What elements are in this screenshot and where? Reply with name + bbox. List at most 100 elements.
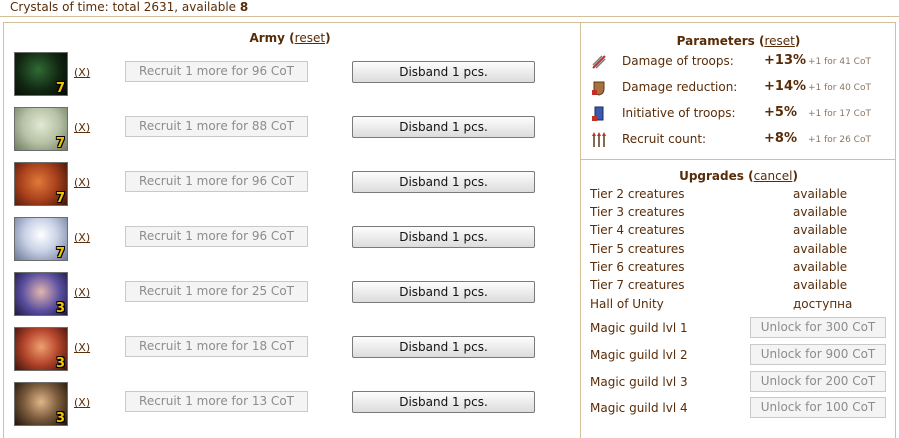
upgrade-status: available	[793, 223, 848, 237]
disband-button[interactable]: Disband 1 pcs.	[352, 226, 535, 248]
parameter-label: Damage reduction:	[622, 80, 738, 94]
damage-icon	[592, 55, 606, 69]
army-row: 3 (X) Recruit 1 more for 25 CoT Disband …	[0, 272, 580, 320]
remove-label[interactable]: X	[78, 176, 86, 189]
creature-portrait[interactable]: 3	[14, 327, 68, 371]
disband-button[interactable]: Disband 1 pcs.	[352, 61, 535, 83]
upgrade-status: available	[793, 278, 848, 292]
army-row: 3 (X) Recruit 1 more for 18 CoT Disband …	[0, 327, 580, 375]
army-header: Army (reset)	[249, 31, 331, 45]
crystals-available: 8	[239, 0, 249, 14]
creature-portrait[interactable]: 3	[14, 382, 68, 426]
army-row: 3 (X) Recruit 1 more for 13 CoT Disband …	[0, 382, 580, 430]
upgrades-cancel-link[interactable]: cancel	[754, 169, 793, 183]
recruit-button[interactable]: Recruit 1 more for 96 CoT	[125, 226, 308, 247]
creature-portrait[interactable]: 7	[14, 52, 68, 96]
upgrade-label: Tier 2 creatures	[590, 187, 685, 201]
remove-creature-link[interactable]: (X)	[74, 121, 90, 134]
disband-button[interactable]: Disband 1 pcs.	[352, 336, 535, 358]
upgrade-status: available	[793, 205, 848, 219]
unlock-button[interactable]: Unlock for 200 CoT	[750, 371, 886, 392]
upgrade-label: Tier 4 creatures	[590, 223, 685, 237]
creature-portrait[interactable]: 7	[14, 107, 68, 151]
upgrade-row: Hall of Unity доступна	[590, 297, 890, 315]
crystals-total-label: Crystals of time: total 2631, available	[10, 0, 240, 14]
recruit-button[interactable]: Recruit 1 more for 96 CoT	[125, 171, 308, 192]
magic-guild-row: Magic guild lvl 4 Unlock for 100 CoT	[590, 397, 890, 419]
parameter-label: Initiative of troops:	[622, 106, 736, 120]
upgrade-row: Tier 2 creatures available	[590, 187, 890, 205]
creature-tier-badge: 7	[55, 246, 65, 261]
magic-guild-label: Magic guild lvl 1	[590, 321, 688, 335]
divider	[581, 159, 896, 160]
remove-creature-link[interactable]: (X)	[74, 231, 90, 244]
upgrade-status: available	[793, 187, 848, 201]
upgrade-label: Hall of Unity	[590, 297, 664, 311]
recruit-button[interactable]: Recruit 1 more for 25 CoT	[125, 281, 308, 302]
disband-button[interactable]: Disband 1 pcs.	[352, 281, 535, 303]
parameter-upgrade-link[interactable]: +1 for 41 CoT	[808, 57, 871, 67]
army-title: Army	[249, 31, 285, 45]
creature-portrait[interactable]: 7	[14, 162, 68, 206]
creature-tier-badge: 7	[55, 136, 65, 151]
remove-label[interactable]: X	[78, 121, 86, 134]
creature-tier-badge: 7	[55, 191, 65, 206]
remove-creature-link[interactable]: (X)	[74, 176, 90, 189]
remove-creature-link[interactable]: (X)	[74, 286, 90, 299]
disband-button[interactable]: Disband 1 pcs.	[352, 171, 535, 193]
parameter-upgrade-link[interactable]: +1 for 40 CoT	[808, 83, 871, 93]
upgrade-row: Tier 7 creatures available	[590, 278, 890, 296]
army-reset-link[interactable]: reset	[295, 31, 325, 45]
upgrade-label: Tier 3 creatures	[590, 205, 685, 219]
parameter-row: Initiative of troops: +5% +1 for 17 CoT	[588, 104, 893, 124]
magic-guild-row: Magic guild lvl 1 Unlock for 300 CoT	[590, 317, 890, 339]
crystals-text: Crystals of time: total 2631, available …	[10, 0, 248, 14]
parameters-reset-link[interactable]: reset	[764, 34, 794, 48]
parameter-value: +8%	[764, 131, 797, 146]
disband-button[interactable]: Disband 1 pcs.	[352, 391, 535, 413]
recruit-button[interactable]: Recruit 1 more for 13 CoT	[125, 391, 308, 412]
remove-label[interactable]: X	[78, 231, 86, 244]
unlock-button[interactable]: Unlock for 900 CoT	[750, 344, 886, 365]
upgrade-status: available	[793, 260, 848, 274]
upgrade-label: Tier 6 creatures	[590, 260, 685, 274]
initiative-icon	[592, 106, 604, 121]
upgrade-label: Tier 5 creatures	[590, 242, 685, 256]
creature-portrait[interactable]: 3	[14, 272, 68, 316]
recruit-button[interactable]: Recruit 1 more for 18 CoT	[125, 336, 308, 357]
remove-creature-link[interactable]: (X)	[74, 66, 90, 79]
unlock-button[interactable]: Unlock for 300 CoT	[750, 317, 886, 338]
remove-creature-link[interactable]: (X)	[74, 341, 90, 354]
divider	[580, 22, 581, 438]
parameter-row: Recruit count: +8% +1 for 26 CoT	[588, 130, 893, 150]
parameter-value: +5%	[764, 105, 797, 120]
parameter-value: +13%	[764, 53, 807, 68]
parameters-header: Parameters (reset)	[676, 34, 801, 48]
magic-guild-row: Magic guild lvl 3 Unlock for 200 CoT	[590, 371, 890, 393]
remove-label[interactable]: X	[78, 396, 86, 409]
creature-portrait[interactable]: 7	[14, 217, 68, 261]
upgrade-status: доступна	[793, 297, 853, 311]
parameter-upgrade-link[interactable]: +1 for 26 CoT	[808, 135, 871, 145]
remove-label[interactable]: X	[78, 286, 86, 299]
remove-label[interactable]: X	[78, 341, 86, 354]
upgrade-label: Tier 7 creatures	[590, 278, 685, 292]
upgrade-row: Tier 5 creatures available	[590, 242, 890, 260]
remove-label[interactable]: X	[78, 66, 86, 79]
upgrade-row: Tier 3 creatures available	[590, 205, 890, 223]
disband-button[interactable]: Disband 1 pcs.	[352, 116, 535, 138]
recruit-button[interactable]: Recruit 1 more for 88 CoT	[125, 116, 308, 137]
creature-tier-badge: 3	[55, 411, 65, 426]
remove-creature-link[interactable]: (X)	[74, 396, 90, 409]
recruit-button[interactable]: Recruit 1 more for 96 CoT	[125, 61, 308, 82]
magic-guild-label: Magic guild lvl 3	[590, 375, 688, 389]
magic-guild-label: Magic guild lvl 4	[590, 401, 688, 415]
army-row: 7 (X) Recruit 1 more for 96 CoT Disband …	[0, 162, 580, 210]
parameters-title: Parameters	[676, 34, 755, 48]
parameter-row: Damage of troops: +13% +1 for 41 CoT	[588, 52, 893, 72]
upgrade-row: Tier 6 creatures available	[590, 260, 890, 278]
unlock-button[interactable]: Unlock for 100 CoT	[750, 397, 886, 418]
parameter-upgrade-link[interactable]: +1 for 17 CoT	[808, 109, 871, 119]
creature-tier-badge: 7	[55, 81, 65, 96]
magic-guild-label: Magic guild lvl 2	[590, 348, 688, 362]
